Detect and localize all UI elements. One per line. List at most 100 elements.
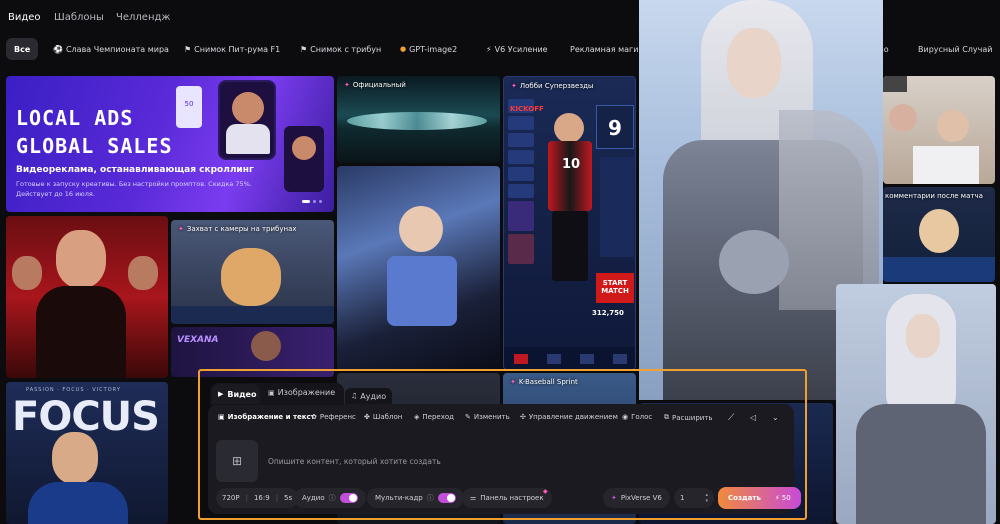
tile-right-top[interactable] — [883, 76, 995, 184]
chip-tribune-shot[interactable]: ⚑ Снимок с трибун — [300, 39, 381, 59]
collapse-icon[interactable]: ◁ — [750, 413, 756, 422]
start-match-button[interactable]: START MATCH — [596, 273, 634, 303]
pixverse-logo-icon: ✦ — [611, 494, 617, 502]
multiframe-toggle[interactable] — [437, 493, 456, 503]
create-label: Создать — [728, 494, 761, 502]
chip-label: Все — [14, 44, 31, 54]
audio-toggle[interactable] — [339, 493, 358, 503]
lightning-icon: ⚡ — [486, 44, 492, 54]
settings-panel-button[interactable]: ⚌ Панель настроек ◆ — [462, 488, 552, 508]
resolution: 720P — [222, 494, 240, 502]
tile-tribune-camera[interactable]: ✦ Захват с камеры на трибунах — [171, 220, 334, 324]
phone-mockup-2 — [284, 126, 324, 192]
tile-soccer-poster[interactable] — [6, 216, 168, 378]
sliders-icon: ⚌ — [470, 494, 477, 502]
chevron-down-icon[interactable]: ⌄ — [772, 413, 779, 422]
settings-panel-label: Панель настроек — [480, 494, 544, 502]
tool-motion-control[interactable]: ✣ Управление движением — [520, 413, 618, 421]
game-bottom-nav — [504, 347, 635, 369]
vexana-title: VEXANA — [177, 335, 219, 345]
chip-ad-magic[interactable]: Рекламная магия — [570, 39, 643, 59]
promo-banner[interactable]: LOCAL ADS GLOBAL SALES Видеореклама, ост… — [6, 76, 334, 212]
player-left — [12, 256, 42, 290]
tab-challenge[interactable]: Челлендж — [116, 12, 170, 23]
tile-tag: ✦ Официальный — [344, 81, 406, 89]
face-1 — [889, 104, 917, 132]
tile-tag: ✦ Лобби Суперзвезды — [511, 82, 594, 90]
help-icon: ⓘ — [426, 494, 434, 502]
tool-reference[interactable]: ✿ Референс — [311, 413, 356, 421]
chip-f1-pitroom[interactable]: ⚑ Снимок Пит-рума F1 — [184, 39, 280, 59]
chip-v6-boost[interactable]: ⚡ V6 Усиление — [486, 39, 548, 59]
banner-headline: Видеореклама, останавливающая скроллинг — [16, 165, 254, 175]
woman-top — [387, 256, 457, 326]
news-ticker — [883, 257, 995, 282]
magic-wand-icon[interactable]: ⟋ — [728, 413, 734, 423]
tile-superstar-lobby[interactable]: ✦ Лобби Суперзвезды KICKOFF 10 9 START MA… — [503, 76, 636, 370]
prompt-input[interactable]: Опишите контент, который хотите создать — [268, 457, 768, 466]
banner-subtext-1: Готовые к запуску креативы. Без настройк… — [16, 180, 252, 188]
tile-thumb — [883, 76, 907, 92]
stepper-arrows-icon[interactable]: ▴ ▾ — [705, 492, 708, 504]
video-settings-pill[interactable]: 720P | 16:9 | 5s — [216, 488, 299, 508]
player-legs — [552, 211, 588, 281]
chip-world-cup[interactable]: ⚽ Слава Чемпионата мира — [53, 39, 169, 59]
tab-templates[interactable]: Шаблоны — [54, 12, 104, 23]
chip-all[interactable]: Все — [6, 38, 39, 60]
mode-tab-video[interactable]: ▶ Видео — [212, 384, 260, 404]
tile-comments[interactable]: комментарии после матча — [883, 187, 995, 282]
transition-icon: ◈ — [414, 413, 420, 421]
tool-image-text[interactable]: ▣ Изображение и текст — [218, 413, 315, 421]
banner-title-line2: GLOBAL SALES — [16, 134, 173, 158]
divider: | — [275, 494, 279, 502]
cat-face — [221, 248, 281, 306]
create-button[interactable]: Создать ⚡ 50 — [718, 487, 801, 509]
extend-icon: ⧉ — [664, 413, 669, 421]
tile-official[interactable]: ✦ Официальный — [337, 76, 500, 163]
tile-tag: ✦ Захват с камеры на трибунах — [178, 225, 297, 233]
banner-pagination[interactable] — [302, 200, 322, 203]
chip-viral[interactable]: Вирусный Случай — [918, 39, 992, 59]
sparkle-icon: ✦ — [178, 225, 184, 233]
sparkle-icon: ✦ — [511, 82, 517, 90]
mode-tab-audio[interactable]: ♫ Аудио — [345, 388, 393, 404]
voice-icon: ◉ — [622, 413, 629, 421]
tile-focus[interactable]: PASSION · FOCUS · VICTORY FOCUS — [6, 382, 168, 524]
banner-title-line1: LOCAL ADS — [16, 106, 134, 130]
product-bottle: 50 — [176, 86, 202, 128]
knight-face — [727, 28, 781, 98]
chip-label: GPT-image2 — [409, 44, 458, 54]
chip-gpt-image2[interactable]: ● GPT-image2 — [400, 39, 457, 59]
tool-extend[interactable]: ⧉ Расширить — [664, 413, 713, 422]
tab-video[interactable]: Видео — [8, 12, 41, 23]
ice-wave — [347, 112, 487, 130]
model-selector[interactable]: ✦ PixVerse V6 — [603, 488, 670, 508]
count-stepper[interactable]: 1 ▴ ▾ — [674, 488, 714, 508]
audio-toggle-pill[interactable]: Аудио ⓘ — [294, 488, 366, 508]
knight-image-2[interactable] — [836, 284, 996, 524]
face-2 — [937, 110, 969, 142]
reference-icon: ✿ — [311, 413, 317, 421]
jersey-number: 10 — [562, 157, 581, 172]
motion-icon: ✣ — [520, 413, 526, 421]
flag-icon: ⚑ — [300, 44, 308, 54]
chip-label: Рекламная магия — [570, 44, 644, 54]
tool-template[interactable]: ✤ Шаблон — [364, 413, 402, 421]
stadium-seats — [171, 306, 334, 324]
football-icon: ⚽ — [53, 44, 63, 54]
shirt — [913, 146, 979, 184]
image-icon: ▣ — [268, 388, 275, 397]
tool-transition[interactable]: ◈ Переход — [414, 413, 454, 421]
knight-wings — [779, 110, 879, 310]
focus-jersey — [28, 482, 128, 524]
tile-tag: комментарии после матча — [885, 192, 983, 200]
multiframe-toggle-pill[interactable]: Мульти-кадр ⓘ — [367, 488, 464, 508]
mode-tab-image[interactable]: ▣ Изображение — [268, 388, 335, 397]
tile-concert[interactable] — [337, 166, 500, 370]
woman-face — [399, 206, 443, 252]
upload-image-button[interactable]: ⊞ — [216, 440, 258, 482]
tool-edit[interactable]: ✎ Изменить — [465, 413, 510, 421]
audio-label: Аудио — [302, 494, 325, 502]
tool-voice[interactable]: ◉ Голос — [622, 413, 652, 421]
lightning-icon: ⚡ — [774, 494, 780, 502]
